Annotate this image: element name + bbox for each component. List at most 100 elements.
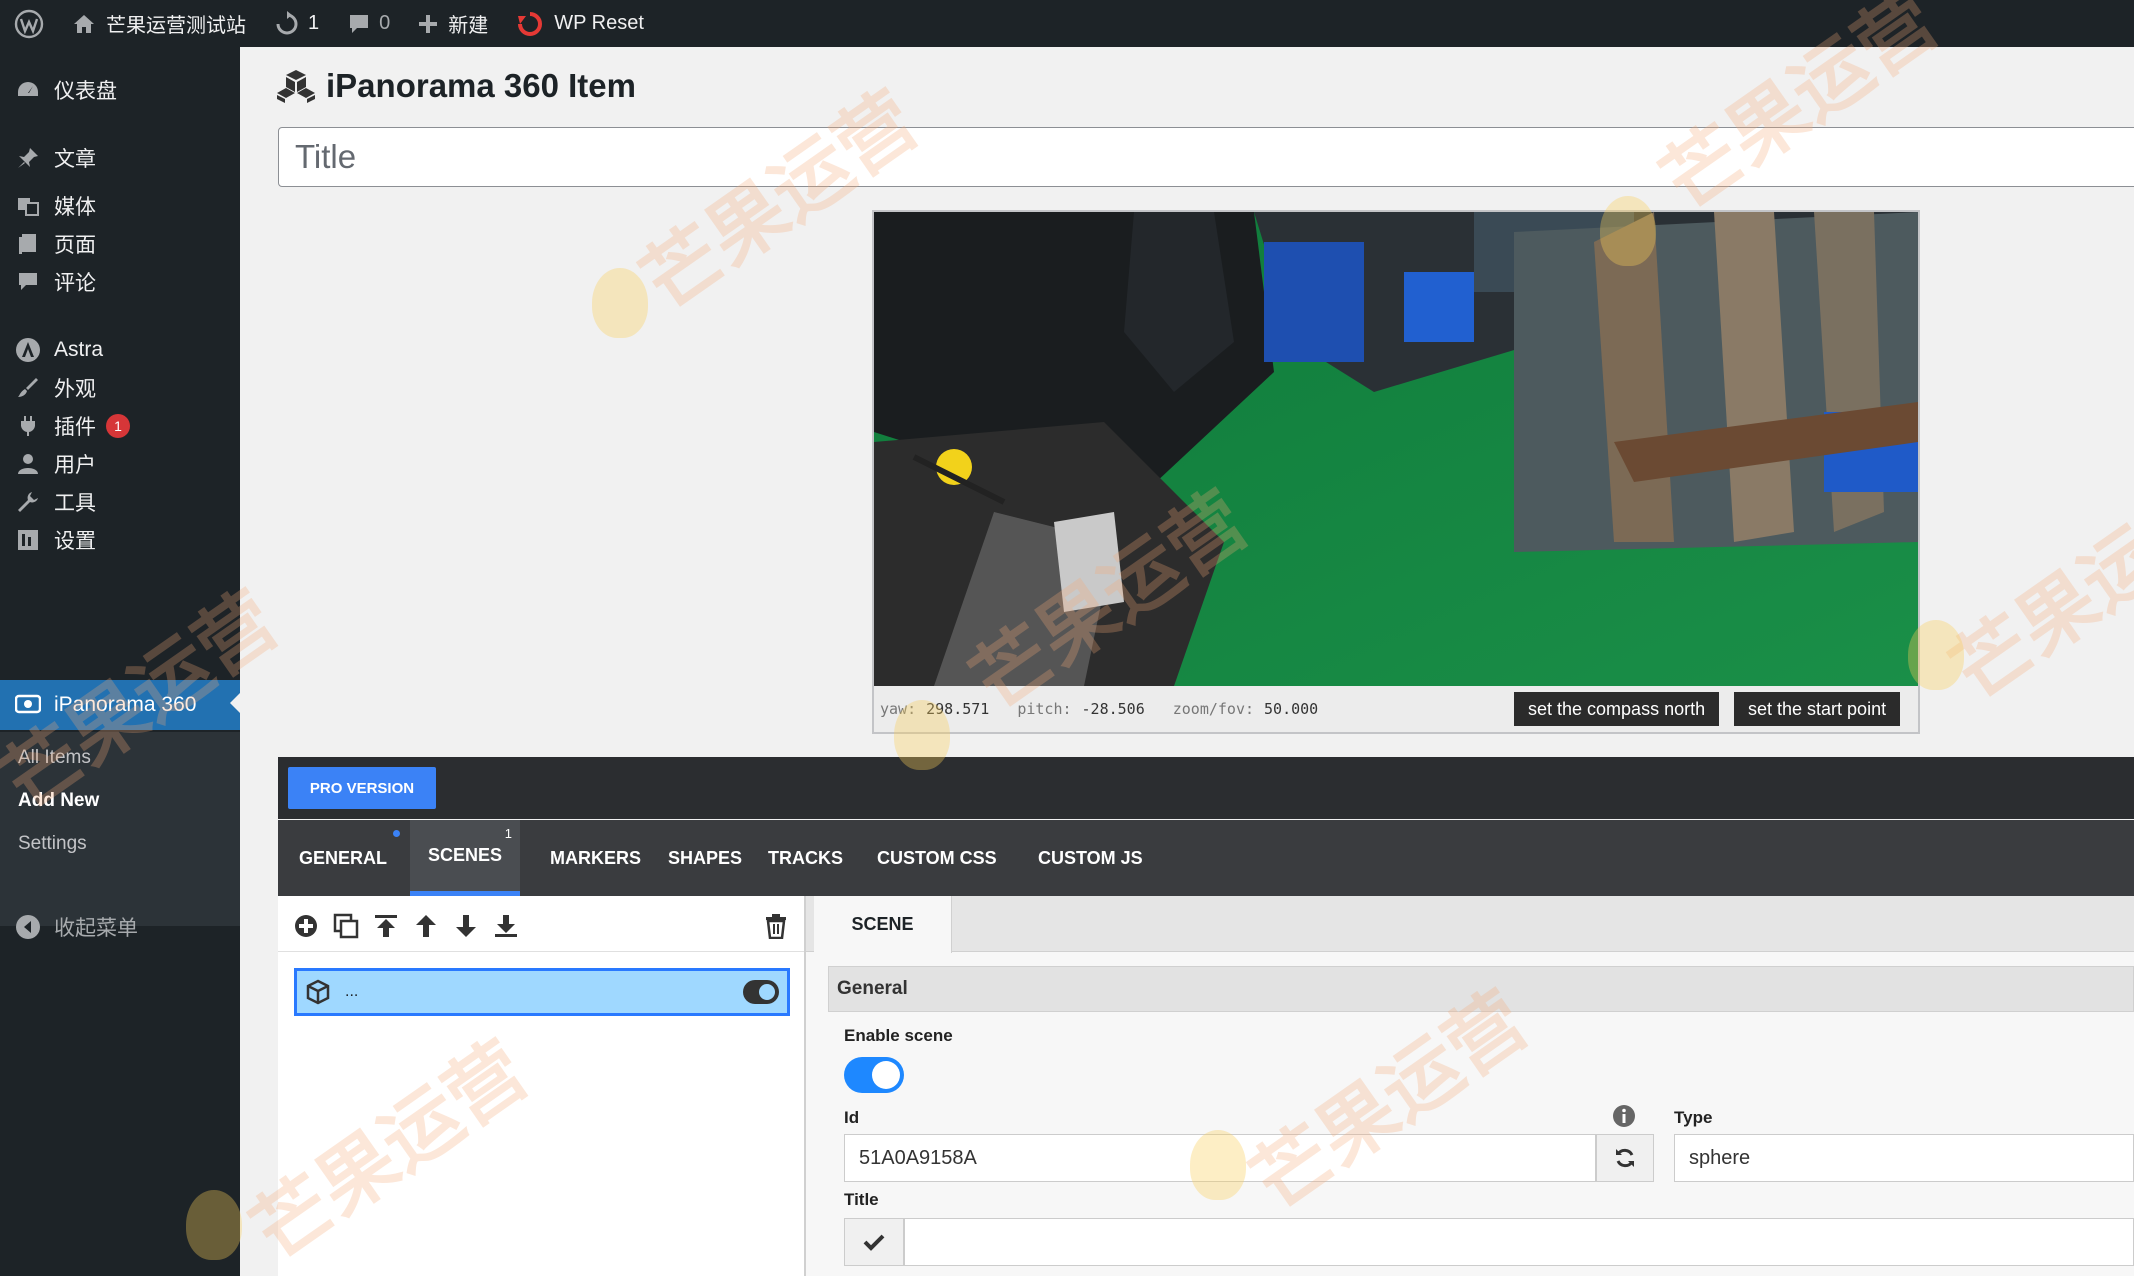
pitch-label: pitch:	[1017, 700, 1072, 718]
menu-label: iPanorama 360	[54, 693, 197, 716]
tab-markers[interactable]: MARKERS	[528, 820, 663, 896]
tab-label: SHAPES	[668, 847, 743, 868]
menu-item-ipanorama[interactable]: iPanorama 360	[0, 680, 240, 730]
menu-label: 页面	[54, 234, 96, 257]
plugin-icon	[14, 412, 42, 440]
tab-label: MARKERS	[550, 847, 642, 868]
title-input[interactable]: Title	[278, 127, 2134, 187]
menu-label: 工具	[54, 492, 96, 515]
page-icon	[14, 230, 42, 258]
cube-icon	[306, 979, 330, 1005]
viewer-info-bar: yaw: 298.571 pitch: -28.506 zoom/fov: 50…	[874, 686, 1918, 732]
tab-indicator-dot	[393, 830, 400, 837]
tab-scene[interactable]: SCENE	[814, 896, 952, 953]
site-name: 芒果运营测试站	[106, 15, 246, 37]
ipanorama-submenu: All Items Add New Settings	[0, 732, 240, 926]
menu-label: 插件	[54, 416, 96, 439]
page-title: iPanorama 360 Item	[276, 67, 636, 105]
id-value: 51A0A9158A	[859, 1146, 977, 1169]
delete-scene-icon[interactable]	[760, 910, 792, 942]
submenu-all-items[interactable]: All Items	[18, 747, 91, 769]
tab-scenes[interactable]: SCENES 1	[410, 820, 520, 896]
scene-title-field[interactable]	[904, 1218, 2134, 1266]
set-compass-north-button[interactable]: set the compass north	[1514, 692, 1720, 726]
collapse-arrow-icon	[14, 913, 42, 941]
updates-link[interactable]: 1	[260, 0, 333, 47]
menu-item-posts[interactable]: 文章	[0, 135, 240, 181]
admin-sidebar: 仪表盘 文章 媒体 页面 评论 Astra 外观 插件 1 用户 工具 设置 i…	[0, 47, 240, 1276]
comment-icon	[14, 268, 42, 296]
menu-label: Astra	[54, 338, 104, 361]
move-bottom-icon[interactable]	[490, 910, 522, 942]
wp-reset-icon	[518, 11, 543, 36]
move-down-icon[interactable]	[450, 910, 482, 942]
pro-version-button[interactable]: PRO VERSION	[288, 767, 436, 809]
copy-scene-icon[interactable]	[330, 910, 362, 942]
scene-list-item[interactable]: ...	[294, 968, 790, 1016]
menu-label: 文章	[54, 148, 96, 171]
tab-label: CUSTOM JS	[1038, 847, 1143, 868]
info-icon[interactable]	[1612, 1104, 1636, 1133]
scene-visibility-toggle[interactable]	[743, 980, 779, 1004]
tab-tracks[interactable]: TRACKS	[746, 820, 865, 896]
menu-label: 用户	[54, 454, 96, 477]
tab-label: CUSTOM CSS	[877, 847, 997, 868]
editor-tabs: GENERAL SCENES 1 MARKERS SHAPES TRACKS C…	[278, 820, 2134, 896]
tab-general[interactable]: GENERAL	[278, 820, 408, 896]
tab-label: TRACKS	[768, 847, 843, 868]
wrench-icon	[14, 488, 42, 516]
new-label: 新建	[448, 15, 489, 37]
move-top-icon[interactable]	[370, 910, 402, 942]
id-field[interactable]: 51A0A9158A	[844, 1134, 1596, 1182]
title-enable-checkbox[interactable]	[844, 1218, 904, 1266]
type-select[interactable]: sphere	[1674, 1134, 2134, 1182]
eye-icon	[14, 691, 42, 719]
scene-item-label: ...	[345, 983, 359, 1000]
main-content: iPanorama 360 Item Title yaw: 298.571 pi…	[240, 47, 2134, 1276]
scene-settings-panel: SCENE General Enable scene Id 51A0A9158A…	[806, 896, 2134, 1276]
collapse-menu-button[interactable]: 收起菜单	[0, 904, 240, 950]
checkmark-icon	[863, 1234, 885, 1251]
site-name-link[interactable]: 芒果运营测试站	[58, 0, 260, 47]
settings-icon	[14, 526, 42, 554]
scenes-list-panel: ...	[278, 896, 806, 1276]
submenu-add-new[interactable]: Add New	[18, 790, 99, 812]
menu-label: 外观	[54, 378, 96, 401]
menu-label: 设置	[54, 530, 96, 553]
id-label: Id	[844, 1108, 860, 1127]
tab-label: SCENES	[427, 845, 503, 865]
new-content-link[interactable]: 新建	[404, 0, 502, 47]
menu-label: 评论	[54, 272, 96, 295]
menu-item-dashboard[interactable]: 仪表盘	[0, 67, 240, 113]
submenu-settings[interactable]: Settings	[18, 833, 87, 855]
comment-bubble-icon	[350, 14, 369, 33]
general-group-header[interactable]: General	[828, 966, 2134, 1012]
set-start-point-button[interactable]: set the start point	[1734, 692, 1901, 726]
tab-custom-css[interactable]: CUSTOM CSS	[855, 820, 1019, 896]
plus-icon	[419, 14, 438, 33]
menu-label: 仪表盘	[54, 80, 117, 103]
scene-tab-bar: SCENE	[806, 896, 2134, 953]
regenerate-id-button[interactable]	[1596, 1134, 1654, 1182]
wordpress-logo-icon[interactable]	[0, 0, 58, 47]
user-icon	[14, 450, 42, 478]
dashboard-icon	[14, 76, 42, 104]
menu-label: 媒体	[54, 196, 96, 219]
plugin-update-badge: 1	[106, 414, 130, 438]
comments-link[interactable]: 0	[333, 0, 404, 47]
yaw-label: yaw:	[880, 700, 917, 718]
enable-scene-toggle[interactable]	[844, 1057, 904, 1093]
move-up-icon[interactable]	[410, 910, 442, 942]
menu-item-comments[interactable]: 评论	[0, 259, 240, 305]
enable-scene-label: Enable scene	[844, 1026, 953, 1045]
wp-reset-link[interactable]: WP Reset	[502, 0, 658, 47]
type-label: Type	[1674, 1108, 1713, 1127]
tab-custom-js[interactable]: CUSTOM JS	[1016, 820, 1165, 896]
add-scene-icon[interactable]	[290, 910, 322, 942]
group-label: General	[837, 978, 908, 999]
panorama-viewer[interactable]: yaw: 298.571 pitch: -28.506 zoom/fov: 50…	[872, 210, 1920, 734]
menu-item-settings[interactable]: 设置	[0, 517, 240, 563]
panorama-image[interactable]	[874, 212, 1918, 686]
page-title-text: iPanorama 360 Item	[326, 67, 636, 104]
refresh-icon	[276, 10, 298, 34]
